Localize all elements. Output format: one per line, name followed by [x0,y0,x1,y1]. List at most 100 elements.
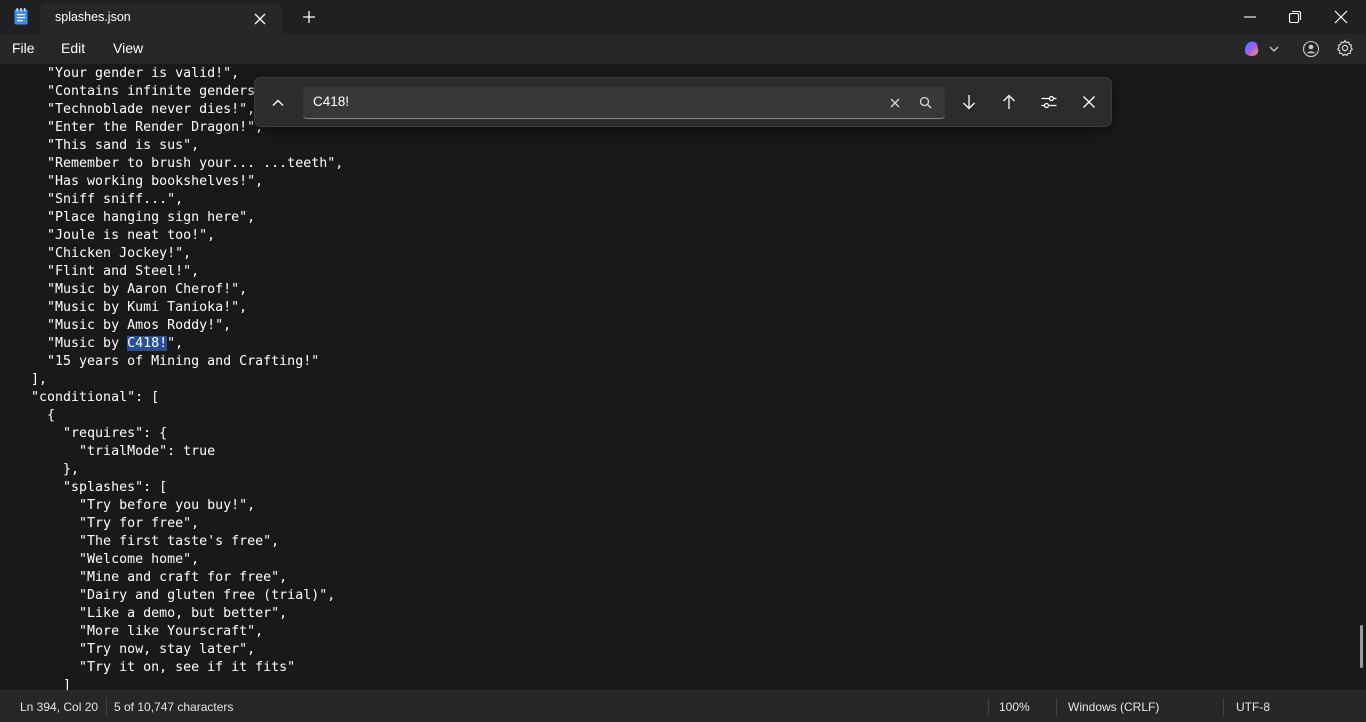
find-previous-arrow-up-icon[interactable] [998,91,1020,113]
notepad-window: splashes.json File Edit View "Your gende… [0,0,1366,722]
code-text: "Remember to brush your... ...teeth", [15,156,344,171]
code-line: "Your gender is valid!", [15,65,239,83]
zoom-level[interactable]: 100% [999,700,1030,714]
expand-replace-chevron-up-icon[interactable] [267,92,289,114]
status-divider [1056,698,1057,716]
code-line: "Contains infinite genders [15,83,255,101]
account-icon[interactable] [1302,40,1320,58]
new-tab-plus-icon[interactable] [300,8,318,26]
code-text: "The first taste's free", [15,534,280,549]
code-text: "Try now, stay later", [15,642,256,657]
find-input-value: C418! [313,94,350,109]
code-line: "Joule is neat too!", [15,227,215,245]
close-window-button[interactable] [1328,4,1354,30]
minimize-button[interactable] [1237,4,1263,30]
code-text: "More like Yourscraft", [15,624,264,639]
menu-bar: File Edit View [0,34,1366,64]
code-line: "Try now, stay later", [15,641,255,659]
code-line: "Welcome home", [15,551,199,569]
character-count: 5 of 10,747 characters [114,700,234,714]
code-line: "requires": { [15,425,167,443]
code-line: "The first taste's free", [15,533,279,551]
text-editor-area[interactable]: "Your gender is valid!", "Contains infin… [0,64,1366,690]
restore-button[interactable] [1282,4,1308,30]
tab-splashes-json[interactable]: splashes.json [40,3,282,34]
code-line: "Music by C418!", [15,335,183,353]
code-line: "Has working bookshelves!", [15,173,263,191]
status-divider [988,698,989,716]
code-text: "Chicken Jockey!", [15,246,192,261]
code-text: "Your gender is valid!", [15,66,240,81]
code-line: "Like a demo, but better", [15,605,287,623]
code-line: "Music by Aaron Cherof!", [15,281,247,299]
code-line: "trialMode": true [15,443,215,461]
code-line: "15 years of Mining and Crafting!" [15,353,319,371]
line-ending[interactable]: Windows (CRLF) [1068,700,1159,714]
encoding[interactable]: UTF-8 [1236,700,1270,714]
menu-view[interactable]: View [113,40,143,56]
code-text: "Like a demo, but better", [15,606,288,621]
search-match-highlight: C418! [127,336,168,351]
find-next-arrow-down-icon[interactable] [958,91,980,113]
title-bar: splashes.json [0,0,1366,34]
code-text: "Joule is neat too!", [15,228,216,243]
code-text: ", [167,336,184,351]
code-line: "splashes": [ [15,479,167,497]
code-text: "Music by [15,336,128,351]
code-line: "Music by Amos Roddy!", [15,317,231,335]
find-bar: C418! [254,77,1112,127]
code-line: "Dairy and gluten free (trial)", [15,587,335,605]
cursor-position: Ln 394, Col 20 [20,700,99,714]
code-text: "Sniff sniff...", [15,192,184,207]
status-bar: Ln 394, Col 20 5 of 10,747 characters 10… [0,690,1366,722]
vertical-scrollbar-thumb[interactable] [1360,625,1363,668]
code-text: "Mine and craft for free", [15,570,288,585]
menu-file[interactable]: File [12,40,35,56]
code-text: "Try for free", [15,516,200,531]
close-tab-icon[interactable] [251,10,269,28]
code-line: "Music by Kumi Tanioka!", [15,299,247,317]
code-text: }, [15,462,80,477]
code-line: "Chicken Jockey!", [15,245,191,263]
code-line: ] [15,677,71,690]
code-text: "requires": { [15,426,168,441]
menu-edit[interactable]: Edit [61,40,85,56]
code-text: "Music by Kumi Tanioka!", [15,300,248,315]
code-line: "Mine and craft for free", [15,569,287,587]
code-line: ], [15,371,47,389]
code-line: "Enter the Render Dragon!", [15,119,263,137]
code-line: { [15,407,55,425]
code-text: "This sand is sus", [15,138,200,153]
code-line: "Sniff sniff...", [15,191,183,209]
code-line: "This sand is sus", [15,137,199,155]
close-find-bar-icon[interactable] [1078,91,1100,113]
code-text: ] [15,678,72,690]
code-text: { [15,408,56,423]
code-text: "Place hanging sign here", [15,210,256,225]
clear-search-icon[interactable] [884,92,906,114]
settings-gear-icon[interactable] [1336,39,1354,57]
code-text: "Dairy and gluten free (trial)", [15,588,336,603]
status-divider [1223,698,1224,716]
code-text: "Contains infinite genders [15,84,256,99]
code-text: "Enter the Render Dragon!", [15,120,264,135]
code-text: "Technoblade never dies!", [15,102,256,117]
copilot-icon[interactable] [1243,40,1283,58]
notepad-app-icon [14,8,28,25]
find-options-sliders-icon[interactable] [1038,91,1060,113]
code-text: "Try before you buy!", [15,498,256,513]
code-text: "Flint and Steel!", [15,264,200,279]
status-divider [106,698,107,716]
code-line: }, [15,461,79,479]
tab-title: splashes.json [55,10,131,24]
code-line: "Place hanging sign here", [15,209,255,227]
find-input[interactable]: C418! [303,87,945,119]
code-text: "Welcome home", [15,552,200,567]
code-line: "Try for free", [15,515,199,533]
code-line: "Remember to brush your... ...teeth", [15,155,343,173]
search-icon[interactable] [915,92,937,114]
code-line: "Technoblade never dies!", [15,101,255,119]
code-line: "More like Yourscraft", [15,623,263,641]
code-line: "conditional": [ [15,389,159,407]
code-text: "conditional": [ [15,390,160,405]
